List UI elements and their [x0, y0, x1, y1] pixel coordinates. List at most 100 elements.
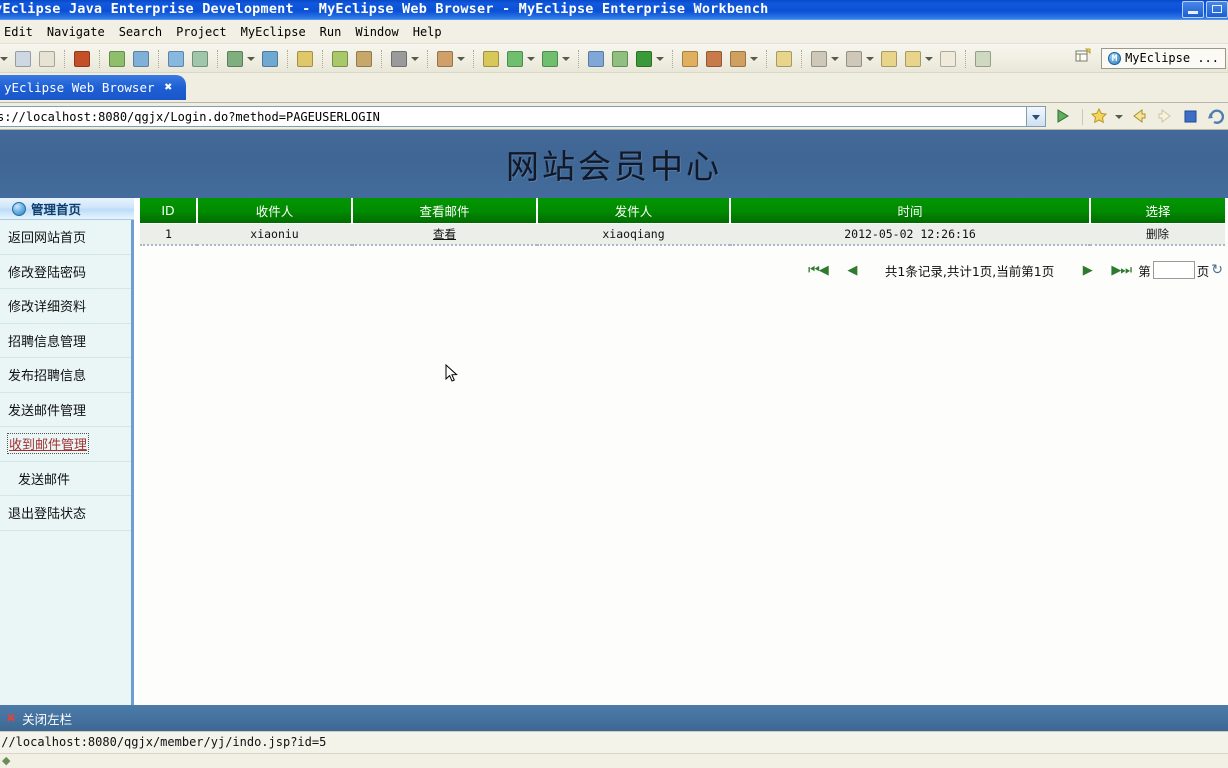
toolbar-separator: [427, 49, 428, 68]
next-page-button[interactable]: ▶: [1070, 263, 1104, 278]
chevron-down-icon[interactable]: [1026, 107, 1045, 126]
url-input[interactable]: s://localhost:8080/qgjx/Login.do?method=…: [0, 106, 1046, 127]
ejb-2-icon[interactable]: [130, 48, 152, 70]
chevron-down-icon[interactable]: [457, 56, 465, 61]
refresh-icon[interactable]: [633, 48, 655, 70]
menu-item-edit[interactable]: Edit: [4, 25, 33, 39]
bookmark-icon[interactable]: [773, 48, 795, 70]
sidebar-item-label: 修改详细资料: [8, 300, 87, 316]
close-icon[interactable]: ✖: [6, 711, 16, 725]
new-project-icon[interactable]: [609, 48, 631, 70]
icon-shape: [356, 50, 372, 67]
run-server-icon[interactable]: [259, 48, 281, 70]
mail-table: ID 收件人 查看邮件 发件人 时间 选择 1 xiaoniu 查看 xiaoq…: [140, 198, 1225, 246]
sidebar-item-4[interactable]: 发布招聘信息: [0, 358, 131, 393]
previous-annotation-icon[interactable]: [808, 48, 830, 70]
save-icon[interactable]: [12, 48, 34, 70]
icon-shape: [588, 50, 604, 67]
menu-item-window[interactable]: Window: [355, 25, 398, 39]
export-icon[interactable]: [585, 48, 607, 70]
server-config-icon[interactable]: [224, 48, 246, 70]
close-icon[interactable]: ✖: [165, 80, 173, 95]
stop-icon[interactable]: [1180, 106, 1204, 127]
close-left-panel-bar[interactable]: ✖ 关闭左栏: [0, 705, 1228, 731]
chevron-down-icon[interactable]: [750, 56, 758, 61]
column-header-view-mail: 查看邮件: [352, 198, 538, 223]
cell-time: 2012-05-02 12:26:16: [730, 222, 1090, 246]
new-wizard-icon[interactable]: [106, 48, 128, 70]
icon-shape: [437, 50, 453, 67]
column-header-select: 选择: [1090, 198, 1225, 223]
sidebar-item-2[interactable]: 修改详细资料: [0, 289, 131, 324]
sidebar-item-8[interactable]: 退出登陆状态: [0, 496, 131, 531]
menu-item-navigate[interactable]: Navigate: [47, 25, 105, 39]
perspective-button[interactable]: M MyEclipse ...: [1101, 47, 1226, 69]
back-icon[interactable]: [902, 48, 924, 70]
chevron-down-icon[interactable]: [247, 56, 255, 61]
run-icon[interactable]: [504, 48, 526, 70]
icon-shape: [74, 50, 90, 67]
status-bar: ://localhost:8080/qgjx/member/yj/indo.js…: [0, 731, 1228, 753]
refresh-icon[interactable]: [1206, 106, 1228, 127]
sidebar-item-7[interactable]: 发送邮件: [0, 462, 131, 496]
goto-page-input[interactable]: [1152, 261, 1195, 279]
sidebar-item-6[interactable]: 收到邮件管理: [0, 427, 131, 462]
sidebar-item-0[interactable]: 返回网站首页: [0, 220, 131, 255]
menu-item-help[interactable]: Help: [413, 25, 442, 39]
forward-icon[interactable]: [937, 48, 959, 70]
pagination-refresh-icon[interactable]: ↻: [1209, 262, 1223, 278]
sidebar-item-3[interactable]: 招聘信息管理: [0, 324, 131, 358]
prev-page-button[interactable]: ◀: [835, 263, 869, 278]
menu-item-project[interactable]: Project: [176, 25, 227, 39]
menu-item-search[interactable]: Search: [119, 25, 162, 39]
chevron-down-icon[interactable]: [866, 56, 874, 61]
footer-bar: ◆: [0, 753, 1228, 768]
restore-button[interactable]: [1206, 1, 1228, 18]
camera-icon[interactable]: [388, 48, 410, 70]
browser-icon[interactable]: [294, 48, 316, 70]
icon-shape: [507, 50, 523, 67]
chevron-down-icon[interactable]: [411, 56, 419, 61]
delete-link[interactable]: 删除: [1146, 227, 1169, 241]
print-icon[interactable]: [36, 48, 58, 70]
undeploy-icon[interactable]: [189, 48, 211, 70]
deploy-icon[interactable]: [165, 48, 187, 70]
package-icon[interactable]: [71, 48, 93, 70]
icon-shape: [682, 50, 698, 67]
toolbar-separator: [64, 49, 65, 68]
open-resource-icon[interactable]: [727, 48, 749, 70]
search-icon[interactable]: [703, 48, 725, 70]
sidebar-item-5[interactable]: 发送邮件管理: [0, 393, 131, 427]
address-bar: s://localhost:8080/qgjx/Login.do?method=…: [0, 103, 1228, 130]
next-annotation-icon[interactable]: [843, 48, 865, 70]
menu-item-myeclipse[interactable]: MyEclipse: [241, 25, 306, 39]
bookmarks-icon[interactable]: [1089, 106, 1113, 127]
last-page-button[interactable]: ▶⏭: [1104, 263, 1138, 278]
menu-item-run[interactable]: Run: [320, 25, 342, 39]
debug-icon[interactable]: [480, 48, 502, 70]
icon-shape: [332, 50, 348, 67]
first-page-button[interactable]: ⏮◀: [801, 263, 835, 278]
open-perspective-icon[interactable]: [972, 48, 994, 70]
profile-icon[interactable]: [539, 48, 561, 70]
browser-tab[interactable]: yEclipse Web Browser ✖: [0, 75, 187, 100]
last-edit-icon[interactable]: [878, 48, 900, 70]
minimize-button[interactable]: [1182, 1, 1204, 18]
chevron-down-icon[interactable]: [562, 56, 570, 61]
sidebar-item-1[interactable]: 修改登陆密码: [0, 255, 131, 289]
chevron-down-icon[interactable]: [0, 56, 8, 61]
edit-icon[interactable]: [434, 48, 456, 70]
chevron-down-icon[interactable]: [527, 56, 535, 61]
chevron-down-icon[interactable]: [656, 56, 664, 61]
icon-shape: [636, 50, 652, 67]
chevron-down-icon[interactable]: [1115, 114, 1123, 119]
chevron-down-icon[interactable]: [831, 56, 839, 61]
go-button[interactable]: [1052, 106, 1076, 127]
open-folder-icon[interactable]: [679, 48, 701, 70]
view-mail-link[interactable]: 查看: [433, 227, 456, 241]
open-perspective-icon[interactable]: [1074, 47, 1096, 69]
back-icon[interactable]: [1128, 106, 1152, 127]
new-class-icon[interactable]: [353, 48, 375, 70]
open-type-icon[interactable]: [329, 48, 351, 70]
chevron-down-icon[interactable]: [925, 56, 933, 61]
